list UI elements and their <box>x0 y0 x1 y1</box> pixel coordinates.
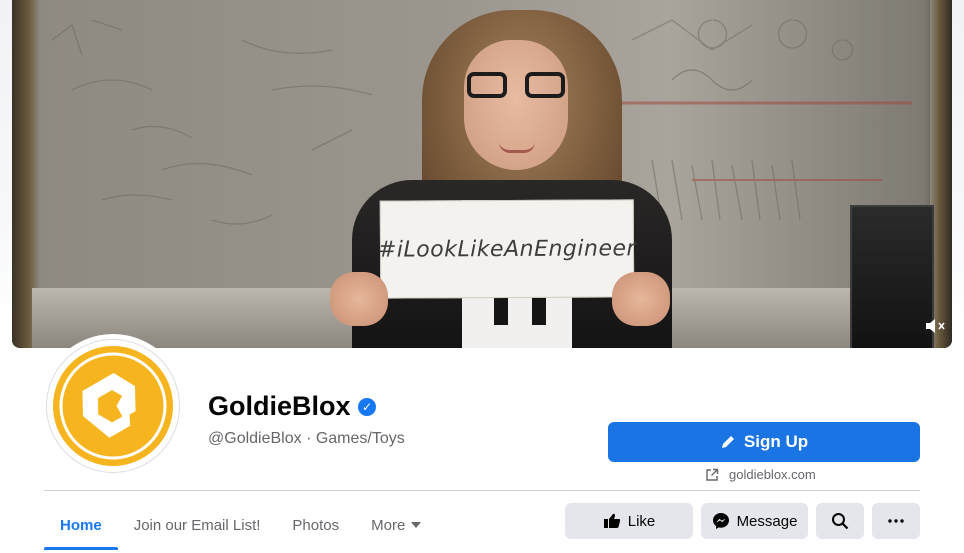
cover-video[interactable]: #iLookLikeAnEngineer <box>12 0 952 348</box>
messenger-icon <box>712 513 729 529</box>
tab-photos[interactable]: Photos <box>276 500 355 550</box>
glasses <box>467 72 565 100</box>
avatar <box>46 339 180 473</box>
right-hand <box>612 272 670 326</box>
external-link-icon <box>706 468 719 481</box>
tab-label: Photos <box>292 516 340 534</box>
caret-down-icon <box>411 522 422 528</box>
handheld-sign: #iLookLikeAnEngineer <box>377 199 637 299</box>
shirt-print <box>494 295 508 325</box>
search-button[interactable] <box>816 503 864 539</box>
more-dots-icon <box>888 519 904 523</box>
sign-text: #iLookLikeAnEngineer <box>377 235 637 263</box>
more-options-button[interactable] <box>872 503 920 539</box>
person-mouth <box>499 142 535 153</box>
like-button[interactable]: Like <box>565 503 693 539</box>
goldieblox-logo <box>53 346 173 466</box>
tab-label: More <box>371 516 406 534</box>
header-divider <box>44 490 920 491</box>
tab-home[interactable]: Home <box>44 500 118 550</box>
sign-up-label: Sign Up <box>743 432 809 451</box>
search-icon <box>832 513 849 530</box>
page-handle-category: @GoldieBlox · Games/Toys <box>208 430 405 447</box>
speaker-muted-icon[interactable] <box>920 314 950 338</box>
website-link[interactable]: goldieblox.com <box>705 467 816 482</box>
tab-more[interactable]: More <box>355 500 437 550</box>
left-hand <box>330 272 388 326</box>
tab-label: Home <box>60 516 102 534</box>
message-button[interactable]: Message <box>701 503 808 539</box>
page-tabs: Home Join our Email List! Photos More <box>44 500 437 553</box>
pencil-icon <box>721 436 734 448</box>
page-title: GoldieBlox <box>208 391 351 421</box>
shirt-print <box>532 295 546 325</box>
profile-picture[interactable] <box>41 334 185 478</box>
verified-badge-icon: ✓ <box>358 398 376 416</box>
thumbs-up-icon <box>603 513 620 528</box>
tab-email-list[interactable]: Join our Email List! <box>118 500 277 550</box>
tab-label: Join our Email List! <box>133 516 261 534</box>
website-url: goldieblox.com <box>729 467 816 482</box>
like-label: Like <box>627 512 656 530</box>
sign-up-button[interactable]: Sign Up <box>608 422 920 462</box>
message-label: Message <box>736 512 798 530</box>
